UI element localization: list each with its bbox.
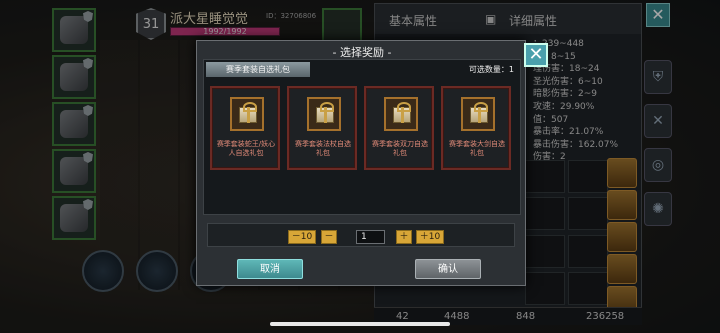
reward-card[interactable]: 赛季套装双刀自选礼包 bbox=[364, 86, 434, 170]
dialog-title: - 选择奖励 - bbox=[332, 46, 392, 59]
reward-card[interactable]: 赛季套装大剑自选礼包 bbox=[441, 86, 511, 170]
gift-box-icon bbox=[230, 97, 264, 131]
reward-label: 赛季套装法杖自选礼包 bbox=[295, 140, 351, 157]
cancel-button[interactable]: 取消 bbox=[237, 259, 303, 279]
reward-label: 赛季套装双刀自选礼包 bbox=[372, 140, 428, 157]
reward-select-dialog: - 选择奖励 - ✕ 赛季套装自选礼包 可选数量：1 赛季套装蛇王/妖心人自选礼… bbox=[196, 40, 548, 286]
quantity-stepper: －10 － 1 ＋ ＋10 bbox=[207, 223, 515, 247]
home-indicator[interactable] bbox=[270, 322, 450, 326]
reward-card[interactable]: 赛季套装法杖自选礼包 bbox=[287, 86, 357, 170]
reward-card[interactable]: 赛季套装蛇王/妖心人自选礼包 bbox=[210, 86, 280, 170]
gift-box-icon bbox=[461, 97, 495, 131]
quantity-input[interactable]: 1 bbox=[356, 230, 385, 244]
gift-box-icon bbox=[384, 97, 418, 131]
reward-list-area: 赛季套装自选礼包 可选数量：1 赛季套装蛇王/妖心人自选礼包 赛季套装法杖自选礼… bbox=[203, 59, 521, 215]
tab-season-package[interactable]: 赛季套装自选礼包 bbox=[206, 62, 310, 77]
minus-ten-button[interactable]: －10 bbox=[288, 230, 316, 244]
confirm-button[interactable]: 确认 bbox=[415, 259, 481, 279]
reward-label: 赛季套装蛇王/妖心人自选礼包 bbox=[216, 140, 276, 157]
gift-box-icon bbox=[307, 97, 341, 131]
selectable-count: 可选数量：1 bbox=[468, 65, 514, 74]
plus-button[interactable]: ＋ bbox=[396, 230, 412, 244]
reward-label: 赛季套装大剑自选礼包 bbox=[449, 140, 505, 157]
plus-ten-button[interactable]: ＋10 bbox=[416, 230, 444, 244]
close-icon[interactable]: ✕ bbox=[524, 43, 548, 67]
minus-button[interactable]: － bbox=[321, 230, 337, 244]
